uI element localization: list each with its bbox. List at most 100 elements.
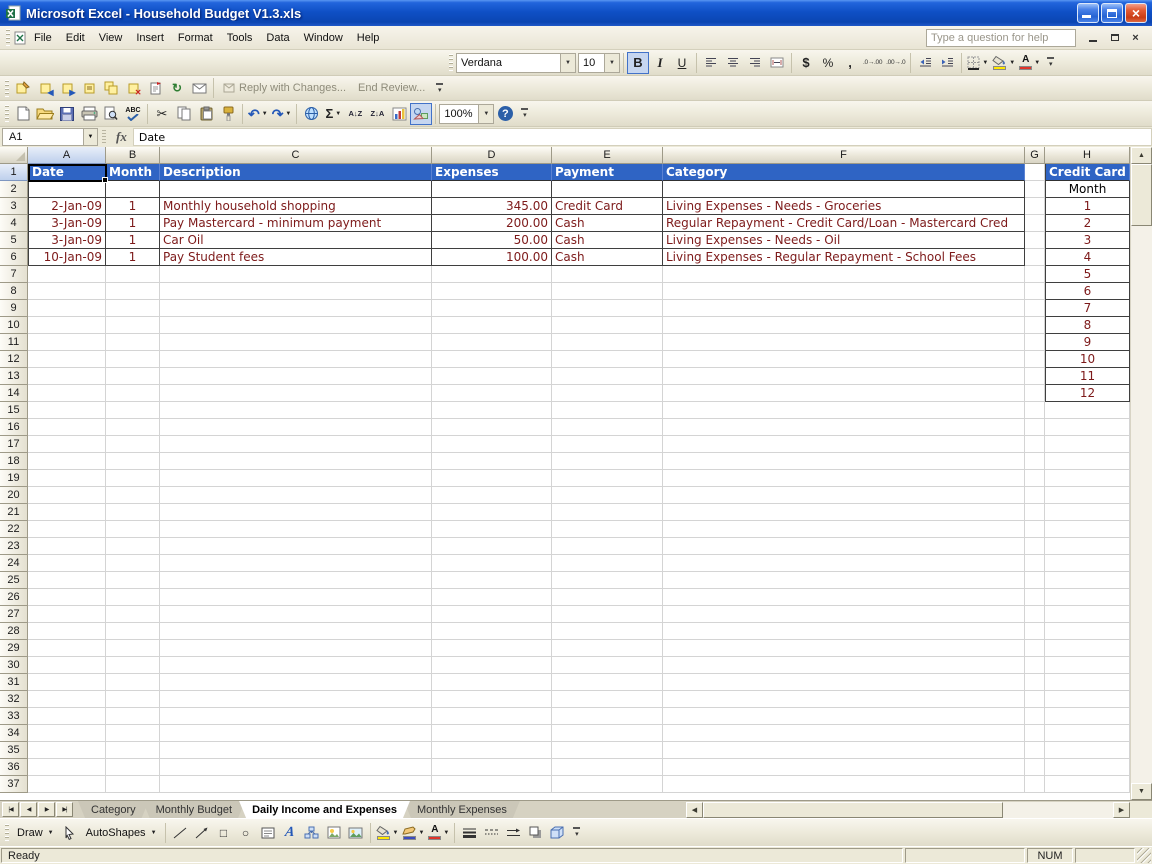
cell-E13[interactable] [552,368,663,385]
text-box-button[interactable] [257,822,279,844]
cell-H13[interactable]: 11 [1045,368,1130,385]
cell-G31[interactable] [1025,674,1045,691]
tab-daily-income-and-expenses[interactable]: Daily Income and Expenses [239,801,410,818]
cell-B12[interactable] [106,351,160,368]
chevron-down-icon[interactable]: ▼ [1009,60,1015,66]
cell-D14[interactable] [432,385,552,402]
cell-H2[interactable]: Month [1045,181,1130,198]
cell-D7[interactable] [432,266,552,283]
menu-insert[interactable]: Insert [129,28,171,48]
cell-G20[interactable] [1025,487,1045,504]
cell-C19[interactable] [160,470,432,487]
cell-A8[interactable] [28,283,106,300]
cell-B15[interactable] [106,402,160,419]
cell-C32[interactable] [160,691,432,708]
cell-C22[interactable] [160,521,432,538]
first-sheet-button[interactable]: |◀ [2,802,19,817]
tab-monthly-expenses[interactable]: Monthly Expenses [404,801,520,818]
row-header-17[interactable]: 17 [0,436,28,453]
show-all-comments-button[interactable] [100,77,122,99]
row-header-22[interactable]: 22 [0,521,28,538]
cell-G29[interactable] [1025,640,1045,657]
cell-B32[interactable] [106,691,160,708]
cell-G18[interactable] [1025,453,1045,470]
row-header-33[interactable]: 33 [0,708,28,725]
cell-A2[interactable] [28,181,106,198]
cell-A31[interactable] [28,674,106,691]
cell-B16[interactable] [106,419,160,436]
cell-E25[interactable] [552,572,663,589]
menu-file[interactable]: File [27,28,59,48]
edit-comment-button[interactable] [12,77,34,99]
cell-A12[interactable] [28,351,106,368]
cell-D35[interactable] [432,742,552,759]
cell-A15[interactable] [28,402,106,419]
previous-comment-button[interactable]: ◀ [34,77,56,99]
cell-H12[interactable]: 10 [1045,351,1130,368]
cell-D33[interactable] [432,708,552,725]
cell-E3[interactable]: Credit Card [552,198,663,215]
cell-B20[interactable] [106,487,160,504]
cell-H22[interactable] [1045,521,1130,538]
cell-B8[interactable] [106,283,160,300]
tab-monthly-budget[interactable]: Monthly Budget [143,801,245,818]
cell-H24[interactable] [1045,555,1130,572]
column-header-b[interactable]: B [106,147,160,164]
cell-E21[interactable] [552,504,663,521]
cell-F36[interactable] [663,759,1025,776]
cell-D4[interactable]: 200.00 [432,215,552,232]
cell-F22[interactable] [663,521,1025,538]
workbook-icon[interactable] [13,31,27,45]
cell-D29[interactable] [432,640,552,657]
row-header-34[interactable]: 34 [0,725,28,742]
cell-D3[interactable]: 345.00 [432,198,552,215]
cell-A23[interactable] [28,538,106,555]
cell-F1[interactable]: Category [663,164,1025,181]
cell-D30[interactable] [432,657,552,674]
menu-edit[interactable]: Edit [59,28,92,48]
cell-E16[interactable] [552,419,663,436]
cell-F23[interactable] [663,538,1025,555]
chevron-down-icon[interactable]: ▼ [262,111,268,117]
cell-A32[interactable] [28,691,106,708]
cell-B17[interactable] [106,436,160,453]
formatting-toolbar-grip[interactable] [449,54,453,71]
cell-G10[interactable] [1025,317,1045,334]
cell-B30[interactable] [106,657,160,674]
tab-category[interactable]: Category [78,801,149,818]
cell-H7[interactable]: 5 [1045,266,1130,283]
cell-B37[interactable] [106,776,160,793]
cell-B26[interactable] [106,589,160,606]
chevron-down-icon[interactable]: ▼ [443,830,449,836]
column-header-c[interactable]: C [160,147,432,164]
cell-A29[interactable] [28,640,106,657]
autoshapes-menu-button[interactable]: AutoShapes▼ [81,825,162,841]
line-style-button[interactable] [458,822,480,844]
cell-C30[interactable] [160,657,432,674]
new-workbook-button[interactable] [12,103,34,125]
cell-C29[interactable] [160,640,432,657]
cell-F32[interactable] [663,691,1025,708]
excel-app-icon[interactable] [5,5,21,21]
next-comment-button[interactable]: ▶ [56,77,78,99]
row-header-11[interactable]: 11 [0,334,28,351]
cell-G14[interactable] [1025,385,1045,402]
line-color-button[interactable]: ▼ [400,822,426,844]
rectangle-button[interactable]: □ [213,822,235,844]
arrow-style-button[interactable] [502,822,524,844]
cell-A35[interactable] [28,742,106,759]
toolbar-options-button[interactable]: ▾ [521,108,528,119]
cell-C27[interactable] [160,606,432,623]
cell-B33[interactable] [106,708,160,725]
cell-A34[interactable] [28,725,106,742]
vertical-scroll-track[interactable] [1131,226,1152,783]
column-header-h[interactable]: H [1045,147,1130,164]
cell-H35[interactable] [1045,742,1130,759]
vertical-scrollbar[interactable]: ▲ ▼ [1130,147,1152,800]
font-name-combo[interactable]: Verdana ▼ [456,53,576,73]
cell-D31[interactable] [432,674,552,691]
cell-C33[interactable] [160,708,432,725]
cell-B4[interactable]: 1 [106,215,160,232]
cell-B35[interactable] [106,742,160,759]
chevron-down-icon[interactable]: ▼ [560,54,575,72]
